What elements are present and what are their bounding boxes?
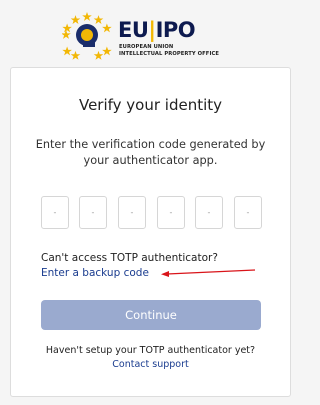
euipo-logo: EU|IPO EUROPEAN UNION INTELLECTUAL PROPE… <box>62 8 252 60</box>
backup-code-link[interactable]: Enter a backup code <box>41 267 149 279</box>
otp-input-group: - - - - - - <box>41 196 263 229</box>
otp-digit-2[interactable]: - <box>79 196 107 229</box>
continue-button[interactable]: Continue <box>41 300 261 330</box>
otp-digit-4[interactable]: - <box>157 196 185 229</box>
otp-digit-5[interactable]: - <box>195 196 223 229</box>
brand-divider: | <box>148 18 156 42</box>
contact-support-link[interactable]: Contact support <box>11 359 290 370</box>
verify-card: Verify your identity Enter the verificat… <box>10 67 291 397</box>
annotation-arrow-icon <box>161 269 256 277</box>
page-title: Verify your identity <box>78 96 223 114</box>
logo-subtitle-line1: EUROPEAN UNION <box>119 44 174 50</box>
otp-digit-6[interactable]: - <box>234 196 262 229</box>
otp-digit-1[interactable]: - <box>41 196 69 229</box>
eu-stars-emblem-icon <box>62 12 112 60</box>
cant-access-text: Can't access TOTP authenticator? <box>41 252 218 264</box>
brand-ipo-text: IPO <box>155 18 196 42</box>
logo-subtitle-line2: INTELLECTUAL PROPERTY OFFICE <box>119 51 220 57</box>
brand-eu-text: EU <box>118 18 149 42</box>
instructions-text: Enter the verification code generated by… <box>35 138 266 167</box>
euipo-wordmark: EU|IPO <box>118 18 196 42</box>
no-setup-text: Haven't setup your TOTP authenticator ye… <box>45 345 256 356</box>
otp-digit-3[interactable]: - <box>118 196 146 229</box>
